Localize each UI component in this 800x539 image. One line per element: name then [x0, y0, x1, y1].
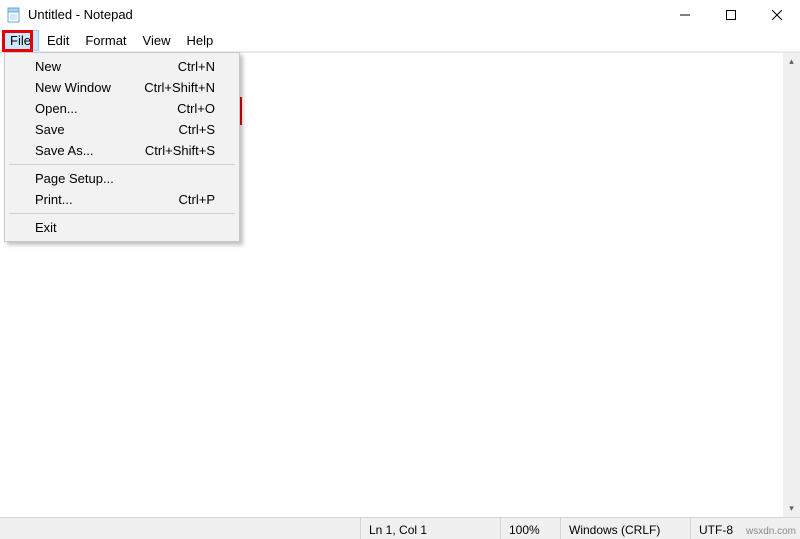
menu-bar: File Edit Format View Help — [0, 30, 800, 52]
menu-item-shortcut: Ctrl+Shift+N — [144, 80, 215, 95]
menu-item-shortcut: Ctrl+S — [179, 122, 215, 137]
menu-item-shortcut: Ctrl+Shift+S — [145, 143, 215, 158]
menu-item-new[interactable]: New Ctrl+N — [7, 56, 237, 77]
status-bar: Ln 1, Col 1 100% Windows (CRLF) UTF-8 — [0, 517, 800, 539]
scroll-up-icon[interactable]: ▴ — [783, 53, 800, 70]
title-bar: Untitled - Notepad — [0, 0, 800, 30]
menu-item-open[interactable]: Open... Ctrl+O — [7, 98, 237, 119]
menu-item-label: Print... — [35, 192, 73, 207]
window-controls — [662, 0, 800, 30]
scroll-down-icon[interactable]: ▾ — [783, 500, 800, 517]
menu-item-shortcut: Ctrl+P — [179, 192, 215, 207]
menu-separator — [9, 164, 235, 165]
file-menu-dropdown: New Ctrl+N New Window Ctrl+Shift+N Open.… — [4, 52, 240, 242]
menu-view[interactable]: View — [135, 30, 179, 51]
close-button[interactable] — [754, 0, 800, 30]
menu-item-label: New — [35, 59, 61, 74]
status-position: Ln 1, Col 1 — [360, 518, 500, 539]
menu-item-save[interactable]: Save Ctrl+S — [7, 119, 237, 140]
menu-item-shortcut: Ctrl+O — [177, 101, 215, 116]
menu-item-label: Open... — [35, 101, 78, 116]
menu-item-label: Exit — [35, 220, 57, 235]
menu-item-shortcut: Ctrl+N — [178, 59, 215, 74]
menu-edit[interactable]: Edit — [39, 30, 77, 51]
menu-item-label: Save — [35, 122, 65, 137]
menu-item-exit[interactable]: Exit — [7, 217, 237, 238]
menu-item-save-as[interactable]: Save As... Ctrl+Shift+S — [7, 140, 237, 161]
status-line-ending: Windows (CRLF) — [560, 518, 690, 539]
menu-format[interactable]: Format — [77, 30, 134, 51]
menu-item-label: Save As... — [35, 143, 94, 158]
watermark-text: wsxdn.com — [746, 526, 796, 537]
menu-item-new-window[interactable]: New Window Ctrl+Shift+N — [7, 77, 237, 98]
menu-separator — [9, 213, 235, 214]
minimize-button[interactable] — [662, 0, 708, 30]
window-title: Untitled - Notepad — [28, 7, 133, 22]
menu-item-print[interactable]: Print... Ctrl+P — [7, 189, 237, 210]
status-spacer — [0, 518, 360, 539]
notepad-icon — [6, 7, 22, 23]
vertical-scrollbar[interactable]: ▴ ▾ — [783, 53, 800, 517]
menu-item-label: New Window — [35, 80, 111, 95]
menu-help[interactable]: Help — [178, 30, 221, 51]
status-zoom: 100% — [500, 518, 560, 539]
menu-item-label: Page Setup... — [35, 171, 114, 186]
menu-item-page-setup[interactable]: Page Setup... — [7, 168, 237, 189]
maximize-button[interactable] — [708, 0, 754, 30]
menu-file[interactable]: File — [2, 30, 39, 51]
